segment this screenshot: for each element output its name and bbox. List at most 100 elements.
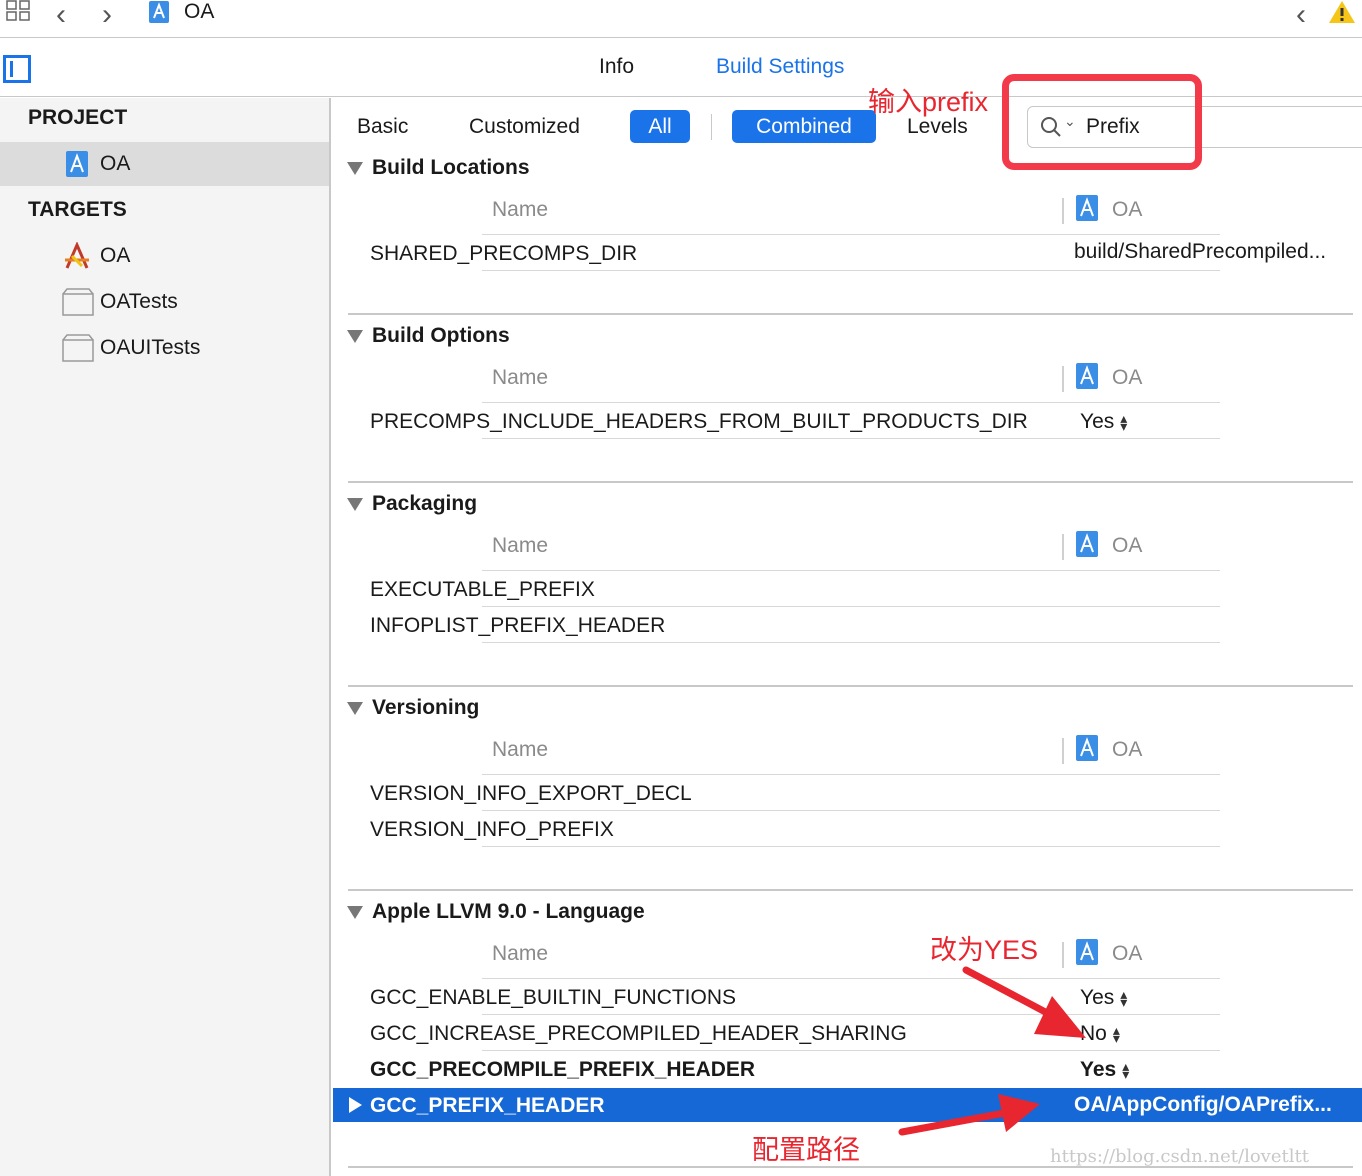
row-separator: [482, 774, 1220, 775]
build-settings-list: Build Locations Name OA SHARED_PRECOMPS_…: [333, 156, 1362, 1176]
column-divider: [1062, 198, 1064, 224]
app-target-icon: [65, 242, 89, 269]
setting-name[interactable]: VERSION_INFO_EXPORT_DECL: [370, 782, 692, 806]
disclosure-triangle-icon[interactable]: [349, 1097, 362, 1113]
annotation-input-prefix: 输入prefix: [868, 87, 989, 117]
sidebar-item-label: OATests: [100, 290, 178, 313]
group-divider: [348, 685, 1353, 687]
tab-build-settings[interactable]: Build Settings: [716, 55, 844, 79]
disclosure-triangle-icon[interactable]: [347, 330, 363, 343]
build-settings-filter-bar: Basic Customized All Combined Levels ⌄ P…: [333, 98, 1362, 156]
setting-name[interactable]: PRECOMPS_INCLUDE_HEADERS_FROM_BUILT_PROD…: [370, 410, 1028, 434]
row-separator: [482, 270, 1220, 271]
related-items-icon[interactable]: [6, 0, 32, 22]
setting-name[interactable]: INFOPLIST_PREFIX_HEADER: [370, 614, 665, 638]
setting-value: Yes: [1080, 986, 1115, 1009]
column-header-target: OA: [1112, 534, 1143, 557]
disclosure-triangle-icon[interactable]: [347, 498, 363, 511]
sidebar-item-label: OAUITests: [100, 336, 201, 359]
view-combined-button[interactable]: Combined: [732, 110, 876, 143]
setting-value-popup[interactable]: Yes ▴ ▾: [1080, 410, 1127, 434]
stepper-icon: ▴ ▾: [1122, 1058, 1130, 1083]
setting-name: GCC_PREFIX_HEADER: [370, 1094, 605, 1117]
group-divider: [348, 889, 1353, 891]
setting-value-popup[interactable]: Yes ▴ ▾: [1080, 1058, 1129, 1082]
setting-value: Yes: [1080, 410, 1115, 433]
test-bundle-icon: [62, 334, 94, 362]
setting-name[interactable]: EXECUTABLE_PREFIX: [370, 578, 595, 602]
setting-value: No: [1080, 1022, 1107, 1045]
group-divider: [348, 481, 1353, 483]
row-separator: [482, 234, 1220, 235]
column-header-name: Name: [492, 366, 549, 389]
sidebar-item-target-oa[interactable]: OA: [0, 234, 329, 278]
project-file-icon: [1076, 363, 1098, 389]
sidebar-item-target-oatests[interactable]: OATests: [0, 280, 329, 324]
setting-value-popup[interactable]: Yes ▴ ▾: [1080, 986, 1127, 1010]
project-file-icon: [1076, 735, 1098, 761]
row-separator: [482, 1050, 1220, 1051]
tab-info[interactable]: Info: [599, 55, 634, 79]
group-title: Versioning: [372, 696, 480, 719]
annotation-config-path: 配置路径: [752, 1135, 860, 1165]
setting-value-popup[interactable]: No ▴ ▾: [1080, 1022, 1120, 1046]
stepper-icon: ▴ ▾: [1120, 986, 1128, 1011]
filter-basic-button[interactable]: Basic: [357, 110, 408, 143]
filter-divider: [711, 114, 712, 140]
sidebar-item-project-oa[interactable]: OA: [0, 142, 329, 186]
column-divider: [1062, 534, 1064, 560]
setting-name[interactable]: GCC_INCREASE_PRECOMPILED_HEADER_SHARING: [370, 1022, 907, 1046]
breadcrumb[interactable]: OA: [184, 0, 214, 24]
filter-all-button[interactable]: All: [630, 110, 690, 143]
project-section-header: PROJECT: [28, 106, 128, 129]
sidebar-item-target-oauitests[interactable]: OAUITests: [0, 326, 329, 370]
column-header-target: OA: [1112, 198, 1143, 221]
row-separator: [482, 438, 1220, 439]
back-arrow-icon[interactable]: ‹: [56, 0, 66, 32]
stepper-icon: ▴ ▾: [1112, 1022, 1120, 1047]
column-header-target: OA: [1112, 738, 1143, 761]
setting-value: Yes: [1080, 1058, 1117, 1081]
column-header-target: OA: [1112, 366, 1143, 389]
setting-row-selected[interactable]: GCC_PREFIX_HEADER OA/AppConfig/OAPrefix.…: [333, 1088, 1362, 1122]
test-bundle-icon: [62, 288, 94, 316]
annotation-change-yes: 改为YES: [930, 935, 1039, 965]
project-file-icon: [1076, 195, 1098, 221]
row-separator: [482, 978, 1220, 979]
group-title: Build Locations: [372, 156, 530, 179]
row-separator: [482, 642, 1220, 643]
filter-customized-button[interactable]: Customized: [469, 110, 580, 143]
stepper-icon: ▴ ▾: [1120, 410, 1128, 435]
column-header-name: Name: [492, 738, 549, 761]
row-separator: [482, 570, 1220, 571]
column-header-name: Name: [492, 534, 549, 557]
toolbar: ‹ › OA ‹: [0, 0, 1362, 38]
row-separator: [482, 1014, 1220, 1015]
setting-name[interactable]: SHARED_PRECOMPS_DIR: [370, 242, 637, 266]
warning-icon[interactable]: [1328, 0, 1356, 24]
disclosure-triangle-icon[interactable]: [347, 162, 363, 175]
setting-name[interactable]: GCC_PRECOMPILE_PREFIX_HEADER: [370, 1058, 755, 1082]
group-title: Apple LLVM 9.0 - Language: [372, 900, 645, 923]
column-divider: [1062, 738, 1064, 764]
sidebar-toggle-icon[interactable]: [3, 55, 31, 83]
disclosure-triangle-icon[interactable]: [347, 702, 363, 715]
row-separator: [482, 846, 1220, 847]
setting-value[interactable]: build/SharedPrecompiled...: [1074, 240, 1326, 264]
setting-name[interactable]: GCC_ENABLE_BUILTIN_FUNCTIONS: [370, 986, 736, 1010]
disclosure-triangle-icon[interactable]: [347, 906, 363, 919]
column-divider: [1062, 366, 1064, 392]
forward-arrow-icon[interactable]: ›: [102, 0, 112, 32]
sidebar-item-label: OA: [100, 244, 131, 267]
group-title: Packaging: [372, 492, 478, 515]
project-file-icon: [1076, 939, 1098, 965]
project-navigator: PROJECT OA TARGETS OA OATests OAUITests: [0, 98, 331, 1176]
column-header-name: Name: [492, 942, 549, 965]
watermark: https://blog.csdn.net/lovetltt: [1050, 1146, 1309, 1167]
row-separator: [482, 606, 1220, 607]
issue-back-icon[interactable]: ‹: [1296, 0, 1306, 32]
group-title: Build Options: [372, 324, 510, 347]
setting-value[interactable]: OA/AppConfig/OAPrefix...: [1074, 1093, 1332, 1117]
setting-name[interactable]: VERSION_INFO_PREFIX: [370, 818, 614, 842]
column-header-name: Name: [492, 198, 549, 221]
